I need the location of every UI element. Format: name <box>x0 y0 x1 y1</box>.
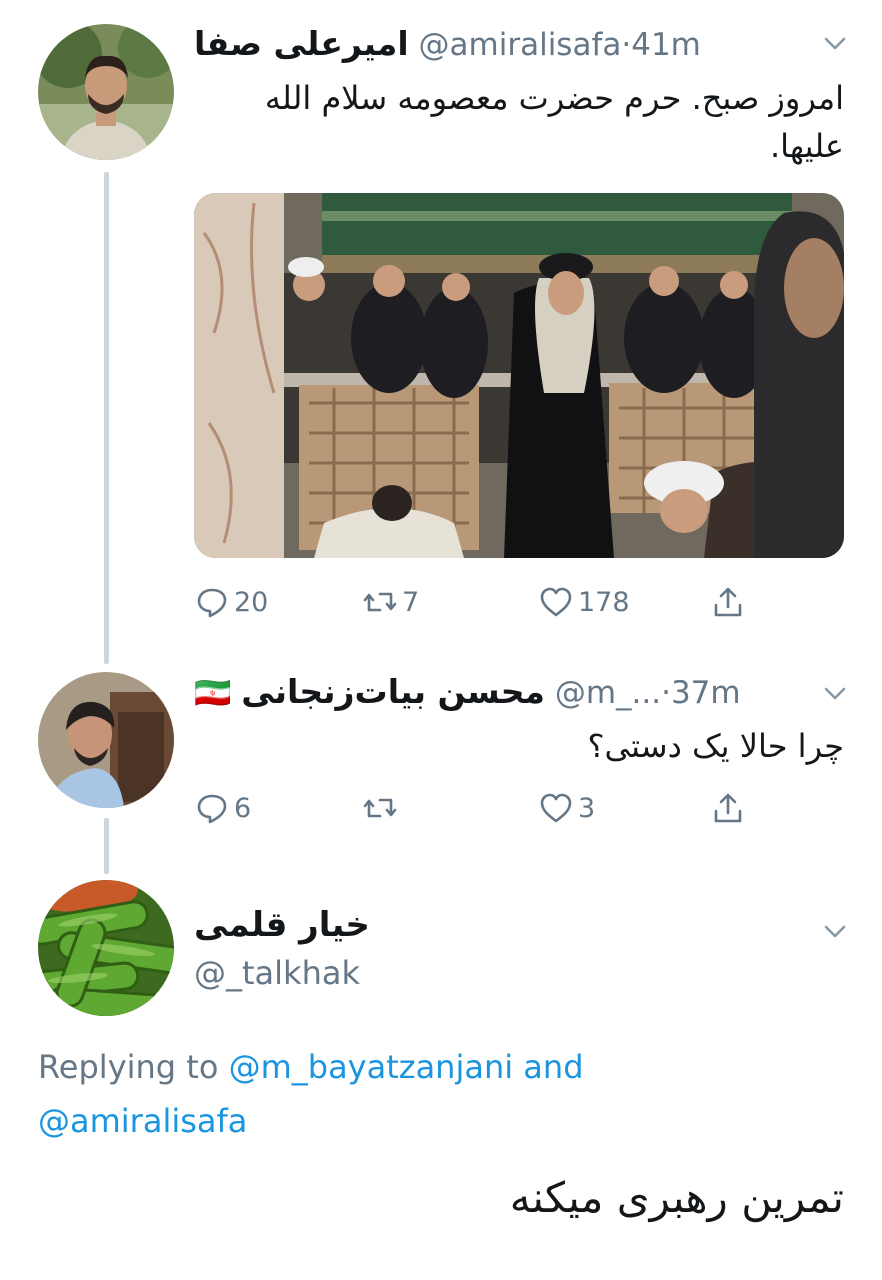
separator: · <box>621 27 632 63</box>
share-icon <box>714 587 742 617</box>
handle[interactable]: @amiralisafa <box>419 27 622 63</box>
replying-and[interactable]: and <box>523 1048 583 1086</box>
share-button[interactable] <box>710 786 746 830</box>
retweet-button[interactable]: 7 <box>362 580 419 624</box>
like-button[interactable]: 3 <box>538 786 595 830</box>
like-icon <box>540 793 572 823</box>
avatar-talkhak[interactable] <box>38 880 174 1016</box>
retweet-button[interactable] <box>362 786 402 830</box>
reply-icon <box>197 794 227 824</box>
like-button[interactable]: 178 <box>538 580 630 624</box>
main-handle[interactable]: @_talkhak <box>194 952 360 994</box>
like-count: 178 <box>578 586 630 618</box>
display-name[interactable]: محسن بیات‌زنجانی <box>241 672 545 711</box>
timestamp[interactable]: 37m <box>671 675 741 711</box>
handle[interactable]: @m_... <box>555 675 661 711</box>
timestamp[interactable]: 41m <box>631 27 701 63</box>
tweet-photo[interactable] <box>194 193 844 558</box>
chevron-down-icon[interactable] <box>822 680 848 706</box>
thread-line-2 <box>104 818 109 874</box>
avatar-m-bayatzanjani[interactable] <box>38 672 174 808</box>
reply-button[interactable]: 20 <box>194 580 268 624</box>
chevron-down-icon[interactable] <box>822 918 848 944</box>
tweet-1-text: امروز صبح. حرم حضرت معصومه سلام الله علی… <box>264 79 844 165</box>
share-button[interactable] <box>710 580 746 624</box>
reply-count: 6 <box>234 792 252 824</box>
tweet-1-actions: 20 7 178 <box>194 580 774 624</box>
reply-button[interactable]: 6 <box>194 786 251 830</box>
share-icon <box>714 793 742 823</box>
thread-line-1 <box>104 172 109 664</box>
tweet-2-actions: 6 3 <box>194 786 774 830</box>
tweet-2-header: 🇮🇷 محسن بیات‌زنجانی @m_...·37m <box>194 672 741 714</box>
mention-link[interactable]: @amiralisafa <box>38 1102 247 1140</box>
main-display-name[interactable]: خیار قلمی <box>194 904 370 946</box>
retweet-icon <box>363 592 397 612</box>
replying-to: Replying to @m_bayatzanjani and @amirali… <box>38 1040 858 1148</box>
like-count: 3 <box>578 792 596 824</box>
avatar-amiralisafa[interactable] <box>38 24 174 160</box>
mention-link[interactable]: @m_bayatzanjani <box>229 1048 514 1086</box>
retweet-icon <box>363 798 397 818</box>
separator: · <box>661 675 671 711</box>
main-tweet-text: تمرین رهبری میکنه <box>509 1173 844 1222</box>
like-icon <box>540 587 572 617</box>
reply-count: 20 <box>234 586 269 618</box>
display-name[interactable]: امیرعلی صفا <box>194 24 409 63</box>
retweet-count: 7 <box>402 586 420 618</box>
replying-label: Replying to <box>38 1048 219 1086</box>
tweet-2-text: چرا حالا یک دستی؟ <box>587 727 844 765</box>
flag-emoji: 🇮🇷 <box>194 676 232 711</box>
tweet-1-header: امیرعلی صفا @amiralisafa·41m <box>194 24 701 65</box>
reply-icon <box>197 588 227 618</box>
chevron-down-icon[interactable] <box>822 30 848 56</box>
